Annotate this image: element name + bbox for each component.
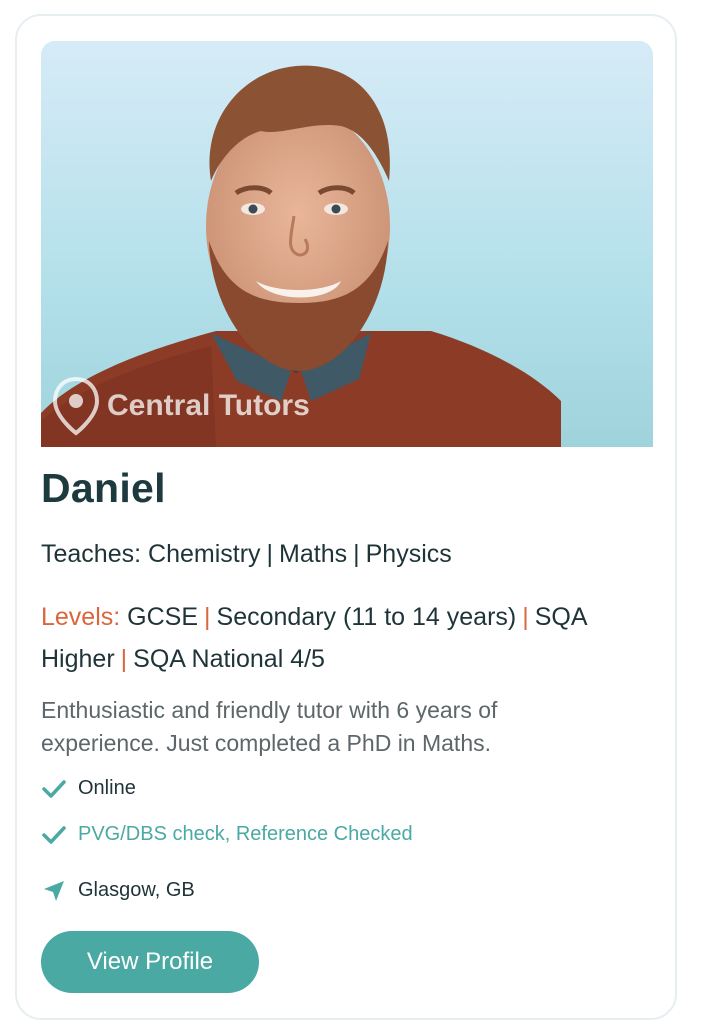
subject-chemistry: Chemistry [148, 540, 261, 568]
feature-checks: PVG/DBS check, Reference Checked [41, 823, 413, 846]
levels-label: Levels: [41, 603, 121, 631]
subject-maths: Maths [279, 540, 348, 568]
view-profile-button[interactable]: View Profile [41, 931, 259, 993]
tutor-photo[interactable]: Central Tutors [41, 41, 653, 447]
level-secondary: Secondary (11 to 14 years) [216, 603, 517, 631]
tutor-portrait-image: Central Tutors [41, 41, 653, 447]
check-icon [41, 778, 67, 800]
feature-online-label: Online [78, 777, 136, 799]
separator: | [204, 603, 211, 631]
separator: | [120, 645, 128, 673]
feature-checks-label: PVG/DBS check, Reference Checked [78, 823, 413, 845]
tutor-name: Daniel [41, 465, 166, 511]
svg-text:Central Tutors: Central Tutors [107, 389, 310, 422]
navigation-arrow-icon [41, 880, 67, 902]
level-sqa-national: SQA National 4/5 [133, 645, 325, 673]
teaches-line: Teaches: Chemistry | Maths | Physics [41, 540, 452, 569]
location-label: Glasgow, GB [78, 879, 195, 901]
level-gcse: GCSE [127, 603, 199, 631]
separator: | [266, 540, 274, 568]
levels-line: Levels: GCSE | Secondary (11 to 14 years) |… [41, 596, 651, 680]
separator: | [353, 540, 360, 568]
teaches-label: Teaches: [41, 540, 142, 568]
feature-online: Online [41, 777, 136, 800]
tutor-description: Enthusiastic and friendly tutor with 6 y… [41, 697, 498, 756]
subject-physics: Physics [365, 540, 452, 568]
check-icon [41, 824, 67, 846]
feature-location: Glasgow, GB [41, 879, 195, 902]
separator: | [522, 603, 529, 631]
